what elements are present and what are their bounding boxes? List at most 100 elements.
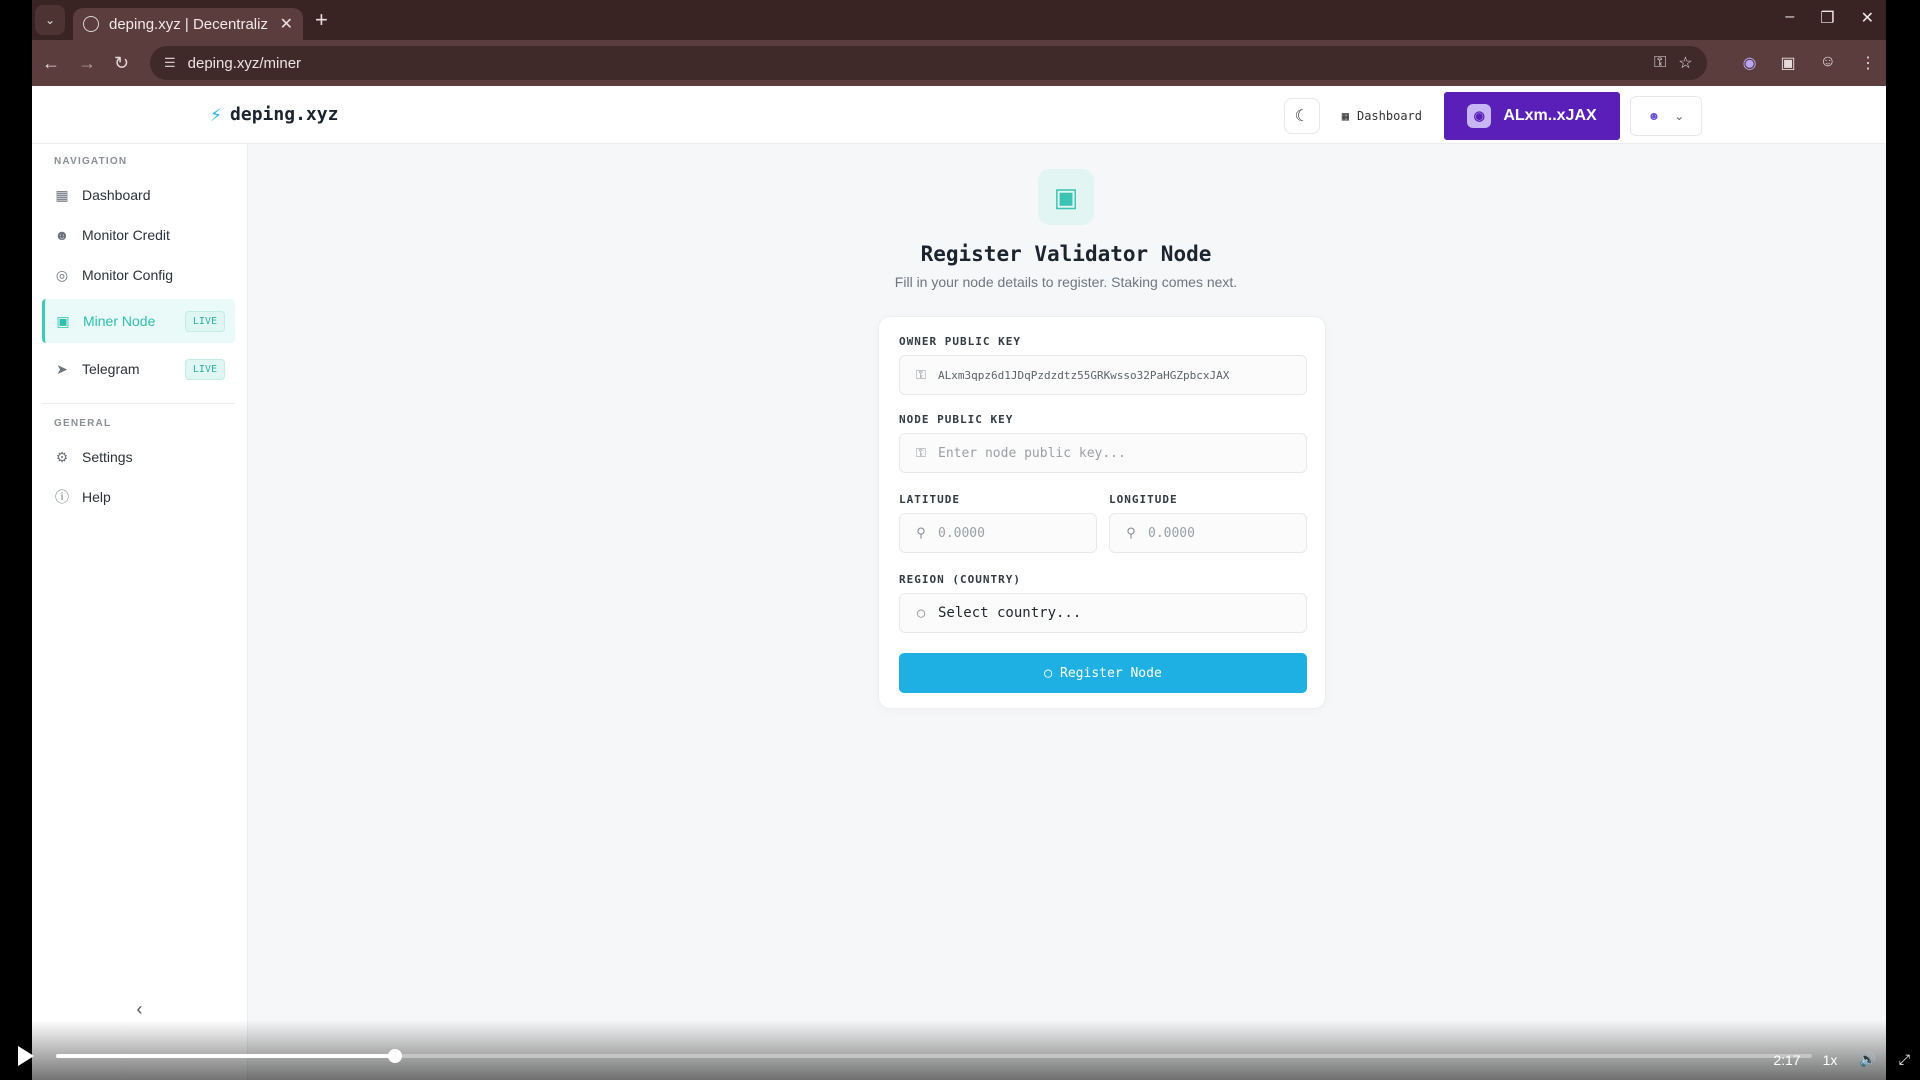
chip-icon: ▣ [56,312,70,329]
video-scrub-handle[interactable] [387,1049,402,1063]
sidebar-divider [42,403,235,404]
window-controls: – ❐ ✕ [1785,8,1874,28]
chevron-down-icon: ⌄ [1674,109,1685,123]
reload-icon[interactable]: ↻ [114,53,129,74]
back-icon[interactable]: ← [42,53,60,74]
profile-icon[interactable]: ☺ [1820,53,1836,73]
sidebar-item-miner-node[interactable]: ▣ Miner Node LIVE [42,299,235,343]
page-title: Register Validator Node [920,242,1212,266]
register-form-card: OWNER PUBLIC KEY ⚿ ALxm3qpz6d1JDqPzdzdtz… [878,316,1326,709]
user-menu-button[interactable]: ☻ ⌄ [1630,96,1702,136]
volume-icon[interactable]: 🔊 [1859,1051,1876,1068]
key-icon: ⚿ [916,367,926,383]
tab-title: deping.xyz | Decentraliz [109,15,268,33]
sidebar: NAVIGATION ▦ Dashboard ☻ Monitor Credit … [32,144,248,1080]
video-progress-fill [56,1054,395,1058]
sidebar-item-label: Monitor Config [82,267,174,283]
wallet-address: ALxm..xJAX [1503,107,1597,124]
moon-icon: ☾ [1294,108,1309,125]
user-icon: ☻ [1647,109,1661,123]
tab-strip: ⌄ deping.xyz | Decentraliz ✕ + – ❐ ✕ [32,0,1886,40]
region-selected-value: Select country... [938,605,1082,621]
node-key-placeholder: Enter node public key... [938,445,1126,461]
shield-check-icon: ◯ [1044,665,1053,681]
live-badge: LIVE [184,358,225,380]
new-tab-button[interactable]: + [315,7,328,33]
gear-icon: ⚙ [55,448,69,465]
password-key-icon[interactable]: ⚿ [1654,54,1666,72]
collapse-sidebar-button[interactable]: ‹ [32,999,247,1020]
target-icon: ◎ [55,266,69,283]
bookmark-star-icon[interactable]: ☆ [1678,53,1692,73]
sidebar-item-dashboard[interactable]: ▦ Dashboard [32,175,247,215]
chevron-left-icon: ‹ [136,999,143,1019]
sidebar-item-help[interactable]: ⓘ Help [32,477,247,517]
url-text[interactable]: deping.xyz/miner [188,55,301,72]
owner-key-field[interactable]: ⚿ ALxm3qpz6d1JDqPzdzdtz55GRKwsso32PaHGZp… [899,355,1307,395]
toolbar-icons: ◉ ▣ ☺ ⋮ [1743,53,1876,73]
wallet-icon: ◉ [1467,104,1492,128]
grid-icon: ▦ [55,186,69,203]
globe-icon [83,16,99,32]
sidebar-item-monitor-config[interactable]: ◎ Monitor Config [32,255,247,295]
latitude-input[interactable]: ⚲ 0.0000 [899,513,1097,553]
sidebar-item-label: Monitor Credit [82,227,170,243]
general-section-label: GENERAL [54,418,112,429]
main-content: ▣ Register Validator Node Fill in your n… [248,144,1886,1080]
sidebar-item-label: Dashboard [82,187,151,203]
live-badge: LIVE [184,310,225,332]
longitude-input[interactable]: ⚲ 0.0000 [1109,513,1307,553]
grid-icon: ▦ [1341,109,1349,123]
map-pin-icon: ⚲ [1126,525,1136,541]
forward-icon[interactable]: → [78,53,96,74]
chevron-down-icon: ⌄ [44,13,56,27]
bolt-icon: ⚡ [210,102,223,126]
video-progress-track[interactable] [56,1049,1812,1063]
longitude-label: LONGITUDE [1109,493,1178,506]
node-key-input[interactable]: ⚿ Enter node public key... [899,433,1307,473]
owner-key-label: OWNER PUBLIC KEY [899,335,1021,348]
globe-icon: ◯ [917,605,925,621]
register-node-label: Register Node [1060,665,1162,681]
user-icon: ☻ [54,227,70,243]
app-root: ⚡ deping.xyz ☾ ▦ Dashboard ◉ ALxm..xJAX … [32,86,1886,1080]
browser-window: ⌄ deping.xyz | Decentraliz ✕ + – ❐ ✕ ← →… [32,0,1886,1080]
omnibox[interactable]: ☰ deping.xyz/miner ⚿ ☆ [150,46,1707,80]
brand-name: deping.xyz [230,103,339,125]
minimize-icon[interactable]: – [1785,8,1794,28]
menu-kebab-icon[interactable]: ⋮ [1860,53,1876,73]
sidebar-item-telegram[interactable]: ➤ Telegram LIVE [32,349,247,389]
chip-icon: ▣ [1038,169,1094,225]
map-pin-icon: ⚲ [916,525,926,541]
close-window-icon[interactable]: ✕ [1861,8,1874,28]
site-settings-icon[interactable]: ☰ [164,55,176,71]
region-label: REGION (COUNTRY) [899,573,1021,586]
video-right-controls: 2:17 1x 🔊 ⤢ [1773,1051,1910,1068]
register-node-button[interactable]: ◯ Register Node [899,653,1307,693]
owner-key-value: ALxm3qpz6d1JDqPzdzdtz55GRKwsso32PaHGZpbc… [938,368,1230,382]
restore-icon[interactable]: ❐ [1820,8,1834,28]
fullscreen-exit-icon[interactable]: ⤢ [1899,1051,1910,1068]
theme-toggle-button[interactable]: ☾ [1283,98,1320,134]
sidebar-item-label: Help [82,489,111,505]
browser-tab[interactable]: deping.xyz | Decentraliz ✕ [73,8,303,40]
latitude-placeholder: 0.0000 [938,525,985,541]
wallet-extension-icon[interactable]: ◉ [1743,53,1757,73]
region-select[interactable]: ◯ Select country... [899,593,1307,633]
play-icon[interactable] [18,1046,34,1066]
latitude-label: LATITUDE [899,493,960,506]
page-subtitle: Fill in your node details to register. S… [894,274,1238,290]
send-icon: ➤ [56,360,68,377]
playback-speed[interactable]: 1x [1823,1052,1838,1068]
close-tab-icon[interactable]: ✕ [280,14,293,34]
header-dashboard-button[interactable]: ▦ Dashboard [1330,98,1434,134]
brand-logo[interactable]: ⚡ deping.xyz [210,102,338,126]
address-bar-row: ← → ↻ ☰ deping.xyz/miner ⚿ ☆ ◉ ▣ ☺ ⋮ [32,40,1886,86]
sidebar-item-settings[interactable]: ⚙ Settings [32,437,247,477]
sidebar-item-label: Settings [82,449,133,465]
sidebar-item-monitor-credit[interactable]: ☻ Monitor Credit [32,215,247,255]
tab-search-button[interactable]: ⌄ [35,5,65,35]
extensions-icon[interactable]: ▣ [1781,53,1796,73]
help-icon: ⓘ [55,489,69,505]
wallet-button[interactable]: ◉ ALxm..xJAX [1444,92,1620,140]
